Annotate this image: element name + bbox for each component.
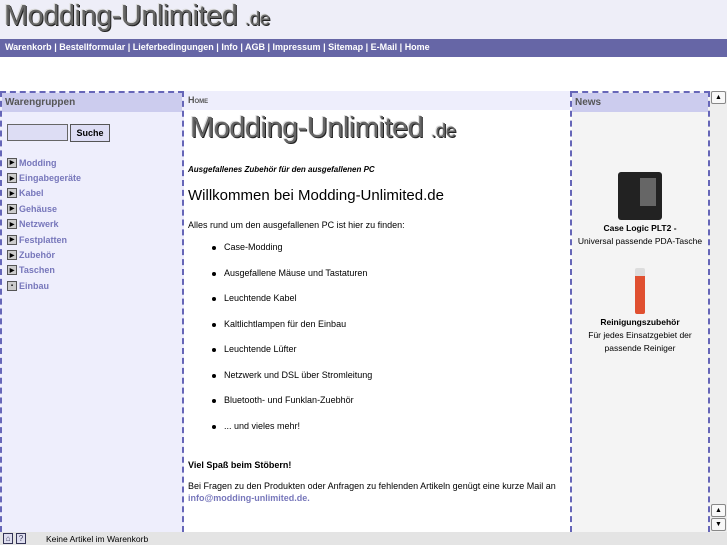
page-title: Willkommen bei Modding-Unlimited.de [188, 187, 444, 204]
help-icon[interactable]: ? [16, 533, 26, 544]
logo-tld: .de [430, 121, 456, 142]
category-label[interactable]: Kabel [19, 188, 44, 198]
nav-warenkorb[interactable]: Warenkorb [5, 42, 52, 52]
nav-agb[interactable]: AGB [245, 42, 265, 52]
category-label[interactable]: Zubehör [19, 250, 55, 260]
list-item: Ausgefallene Mäuse und Tastaturen [212, 268, 566, 294]
home-icon[interactable]: ⌂ [3, 533, 13, 544]
scroll-down-icon[interactable]: ▼ [711, 518, 726, 531]
intro-text: Alles rund um den ausgefallenen PC ist h… [188, 220, 405, 230]
main-content: Home Modding-Unlimited .de Ausgefallenes… [184, 91, 572, 532]
arrow-right-icon: ▶ [7, 265, 17, 276]
category-label[interactable]: Modding [19, 158, 57, 168]
arrow-right-icon: ▶ [7, 250, 17, 261]
arrow-right-icon: ▶ [7, 173, 17, 184]
category-label[interactable]: Festplatten [19, 235, 67, 245]
cart-status: Keine Artikel im Warenkorb [46, 533, 149, 544]
cleaner-bottle-image[interactable] [635, 268, 645, 314]
sidebar-title: Warengruppen [2, 93, 182, 112]
slogan: Ausgefallenes Zubehör für den ausgefalle… [188, 165, 375, 174]
arrow-right-icon: ▶ [7, 219, 17, 230]
logo-tld: .de [244, 9, 270, 30]
list-item: Bluetooth- und Funklan-Zuebhör [212, 395, 566, 421]
category-item[interactable]: ▶ Modding [7, 155, 182, 170]
list-item: Case-Modding [212, 242, 566, 268]
list-item: Netzwerk und DSL über Stromleitung [212, 370, 566, 396]
category-label[interactable]: Einbau [19, 281, 49, 291]
nav-lieferbedingungen[interactable]: Lieferbedingungen [133, 42, 214, 52]
nav-sitemap[interactable]: Sitemap [328, 42, 363, 52]
contact-text: Bei Fragen zu den Produkten oder Anfrage… [188, 480, 566, 504]
scrollbar[interactable]: ▲ ▲ ▼ [710, 91, 727, 532]
news-item-desc: Für jedes Einsatzgebiet der passende Rei… [588, 330, 692, 353]
category-list: ▶ Modding ▶ Eingabegeräte ▶ Kabel ▶ Gehäuse … [7, 155, 182, 294]
search-button[interactable]: Suche [70, 124, 110, 142]
list-item: Leuchtende Lüfter [212, 344, 566, 370]
bullet-icon: ▪ [7, 280, 17, 291]
feature-list: Case-Modding Ausgefallene Mäuse und Tast… [212, 242, 566, 446]
news-item-name[interactable]: Case Logic PLT2 - [603, 223, 676, 233]
category-item[interactable]: ▶ Taschen [7, 263, 182, 278]
list-item: Leuchtende Kabel [212, 293, 566, 319]
category-item[interactable]: ▶ Festplatten [7, 232, 182, 247]
category-label[interactable]: Eingabegeräte [19, 173, 81, 183]
news-item[interactable]: Case Logic PLT2 - Universal passende PDA… [572, 172, 708, 248]
status-bar: ⌂ ? Keine Artikel im Warenkorb [0, 532, 727, 545]
search-input[interactable] [7, 124, 68, 141]
search-form: Suche [7, 124, 182, 142]
arrow-right-icon: ▶ [7, 188, 17, 199]
category-item[interactable]: ▶ Netzwerk [7, 217, 182, 232]
fun-text: Viel Spaß beim Stöbern! [188, 460, 292, 470]
category-item[interactable]: ▶ Gehäuse [7, 201, 182, 216]
nav-bestellformular[interactable]: Bestellformular [59, 42, 125, 52]
contact-label: Bei Fragen zu den Produkten oder Anfrage… [188, 481, 556, 491]
category-label[interactable]: Gehäuse [19, 204, 57, 214]
scroll-up-icon[interactable]: ▲ [711, 91, 726, 104]
arrow-right-icon: ▶ [7, 203, 17, 214]
logo-text: Modding-Unlimited [4, 0, 238, 32]
nav-info[interactable]: Info [221, 42, 238, 52]
nav-email[interactable]: E-Mail [371, 42, 398, 52]
category-label[interactable]: Netzwerk [19, 219, 59, 229]
list-item: Kaltlichtlampen für den Einbau [212, 319, 566, 345]
nav-impressum[interactable]: Impressum [273, 42, 321, 52]
breadcrumb[interactable]: Home [184, 91, 570, 110]
category-item[interactable]: ▶ Eingabegeräte [7, 170, 182, 185]
category-label[interactable]: Taschen [19, 265, 55, 275]
top-nav: Warenkorb | Bestellformular | Lieferbedi… [0, 39, 727, 57]
arrow-right-icon: ▶ [7, 157, 17, 168]
news-sidebar: News Case Logic PLT2 - Universal passend… [572, 91, 710, 532]
header: Modding-Unlimited .de [0, 0, 727, 39]
arrow-right-icon: ▶ [7, 234, 17, 245]
site-logo[interactable]: Modding-Unlimited .de [4, 0, 270, 33]
news-item-desc: Universal passende PDA-Tasche [577, 236, 703, 246]
nav-home[interactable]: Home [405, 42, 430, 52]
category-item[interactable]: ▪ Einbau [7, 278, 182, 293]
scroll-up-icon[interactable]: ▲ [711, 504, 726, 517]
email-link[interactable]: info@modding-unlimited.de. [188, 493, 310, 503]
news-item[interactable]: Reinigungszubehör Für jedes Einsatzgebie… [572, 268, 708, 355]
news-title: News [572, 93, 708, 112]
news-item-name[interactable]: Reinigungszubehör [600, 317, 679, 327]
content-logo: Modding-Unlimited .de [190, 112, 570, 145]
logo-text: Modding-Unlimited [190, 112, 424, 144]
pda-case-image[interactable] [618, 172, 662, 220]
category-item[interactable]: ▶ Zubehör [7, 247, 182, 262]
left-sidebar: Warengruppen Suche ▶ Modding ▶ Eingabegerä… [0, 91, 184, 532]
list-item: ... und vieles mehr! [212, 421, 566, 447]
category-item[interactable]: ▶ Kabel [7, 186, 182, 201]
